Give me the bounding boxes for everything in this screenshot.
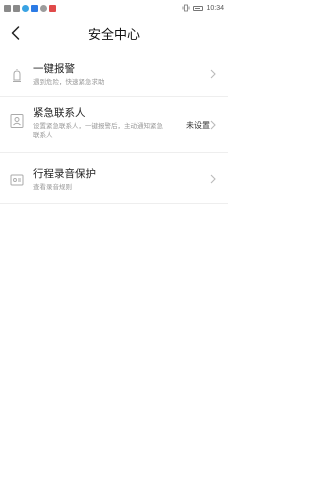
row-title: 一键报警 [33,63,75,75]
chevron-right-icon [210,174,216,184]
back-button[interactable] [4,22,26,44]
status-notifications [4,4,56,12]
status-bar: 10:34 [0,0,228,16]
chevron-left-icon [11,26,19,40]
row-subtitle: 遇到危险，快速紧急求助 [33,79,105,86]
row-text: 行程录音保护 查看录音规则 [33,167,96,192]
row-one-tap-alarm[interactable]: 一键报警 遇到危险，快速紧急求助 [0,52,228,97]
row-text: 一键报警 遇到危险，快速紧急求助 [33,62,105,87]
chevron-right-icon [210,120,216,130]
status-label: 未设置 [186,121,210,130]
notification-icon [13,4,20,12]
nav-bar: 安全中心 [0,17,228,49]
contact-card-icon [10,114,24,128]
row-title: 行程录音保护 [33,168,96,180]
menu-list: 一键报警 遇到危险，快速紧急求助 紧急联系人 设置紧急联系人，一键报警后，主动通… [0,52,228,204]
recorder-icon [10,174,24,186]
notification-icon [40,4,47,12]
chevron-right-icon [210,69,216,79]
page-title: 安全中心 [87,26,140,42]
row-trip-recording[interactable]: 行程录音保护 查看录音规则 [0,153,228,204]
status-right: 10:34 [182,4,224,12]
notification-icon [4,4,11,12]
row-title: 紧急联系人 [33,107,86,119]
notification-icon [31,4,38,12]
row-text: 紧急联系人 设置紧急联系人，一键报警后，主动通知紧急 联系人 [33,106,163,140]
vibrate-icon [183,4,190,12]
row-subtitle-line: 联系人 [33,132,53,139]
row-subtitle: 设置紧急联系人，一键报警后，主动通知紧急 联系人 [33,122,163,140]
battery-icon [193,5,204,11]
row-subtitle: 查看录音规则 [33,184,72,191]
alarm-bell-icon [13,69,21,82]
status-time: 10:34 [206,4,224,12]
notification-icon [49,4,56,12]
row-subtitle-line: 设置紧急联系人，一键报警后，主动通知紧急 [33,123,163,130]
notification-icon [22,4,29,12]
row-emergency-contacts[interactable]: 紧急联系人 设置紧急联系人，一键报警后，主动通知紧急 联系人 未设置 [0,97,228,153]
